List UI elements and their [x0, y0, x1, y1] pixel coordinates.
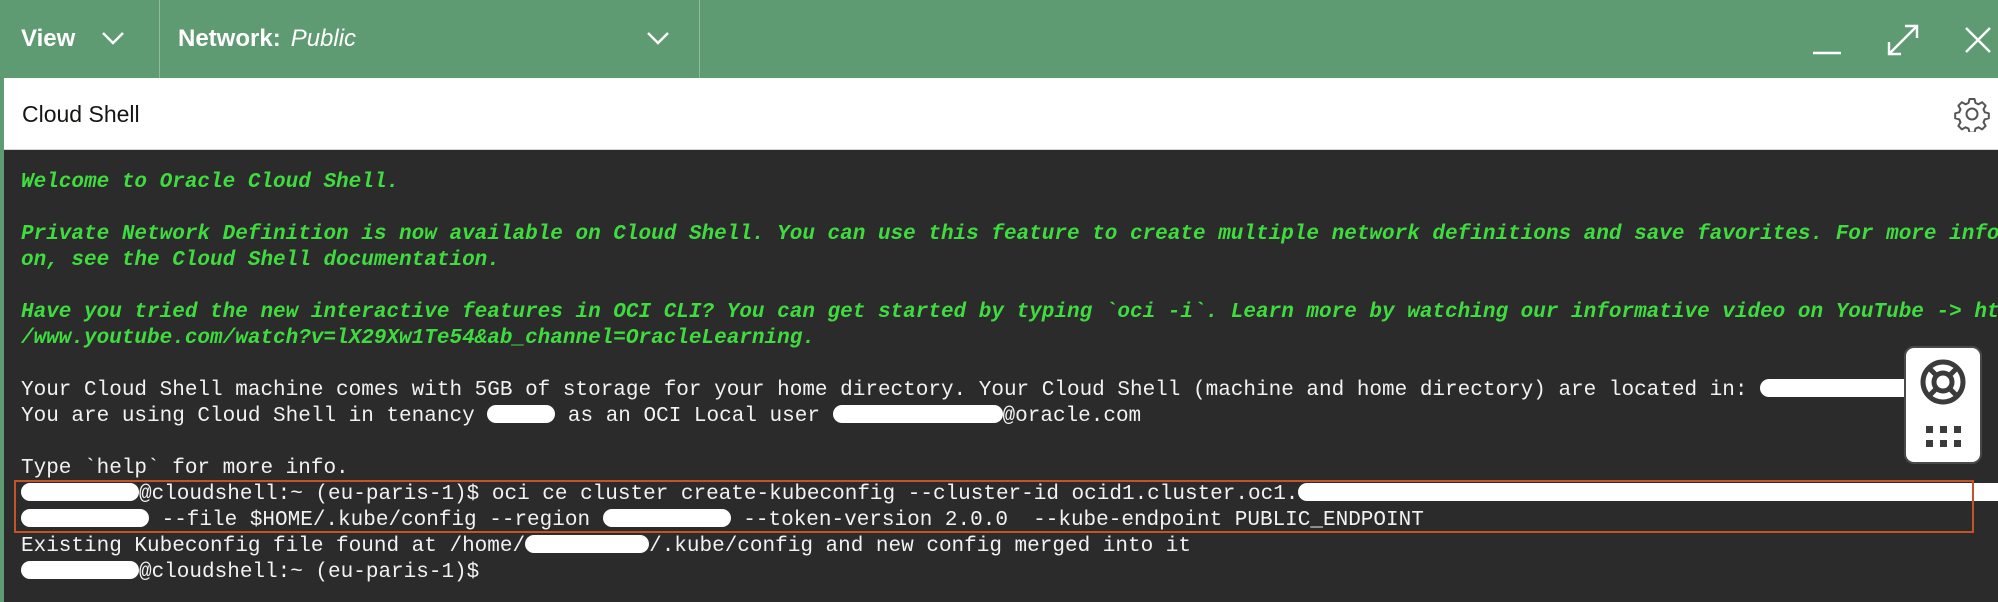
- terminal-prompt: @cloudshell:~ (eu-paris-1)$: [21, 560, 1998, 586]
- redaction: [602, 509, 731, 527]
- terminal-line: Existing Kubeconfig file found at /home/…: [21, 535, 1191, 558]
- terminal-line: on, see the Cloud Shell documentation.: [21, 249, 500, 272]
- network-label: Network:: [178, 25, 281, 52]
- terminal-line: Your Cloud Shell machine comes with 5GB …: [21, 378, 1998, 404]
- close-icon[interactable]: [1958, 20, 1998, 60]
- redaction: [832, 405, 1003, 423]
- redaction: [21, 561, 139, 579]
- terminal-line: You are using Cloud Shell in tenancy as …: [21, 405, 1142, 428]
- cloud-shell-header: Cloud Shell: [4, 78, 1998, 150]
- help-widget[interactable]: [1904, 346, 1982, 464]
- terminal-line: /www.youtube.com/watch?v=lX29Xw1Te54&ab_…: [21, 327, 815, 350]
- redaction: [21, 483, 139, 501]
- redaction: [21, 509, 149, 527]
- redaction: [1298, 483, 1998, 501]
- cloud-shell-toolbar: View Network: Public: [0, 0, 1998, 78]
- terminal-command-line: --file $HOME/.kube/config --region --tok…: [21, 508, 1998, 534]
- terminal-command-line: @cloudshell:~ (eu-paris-1)$ oci ce clust…: [21, 482, 1998, 508]
- gear-icon[interactable]: [1954, 96, 1990, 132]
- maximize-icon[interactable]: [1883, 20, 1923, 60]
- redaction: [487, 405, 556, 423]
- chevron-down-icon: [647, 32, 669, 45]
- view-menu-label: View: [21, 25, 76, 52]
- grid-icon[interactable]: [1926, 426, 1962, 450]
- view-menu-button[interactable]: View: [0, 0, 159, 78]
- terminal-line: Have you tried the new interactive featu…: [21, 301, 1998, 324]
- terminal-output[interactable]: Welcome to Oracle Cloud Shell. Private N…: [4, 150, 1998, 602]
- redaction: [525, 535, 650, 553]
- network-selector[interactable]: Network: Public: [160, 0, 699, 78]
- terminal-line: Private Network Definition is now availa…: [21, 223, 1998, 246]
- toolbar-divider: [699, 0, 700, 78]
- lifebuoy-icon[interactable]: [1919, 358, 1967, 406]
- terminal-line: Type `help` for more info.: [21, 457, 349, 480]
- terminal-line: Welcome to Oracle Cloud Shell.: [21, 171, 400, 194]
- network-value: Public: [290, 25, 357, 52]
- minimize-icon[interactable]: [1807, 20, 1847, 60]
- chevron-down-icon: [102, 32, 124, 45]
- panel-title: Cloud Shell: [22, 101, 140, 127]
